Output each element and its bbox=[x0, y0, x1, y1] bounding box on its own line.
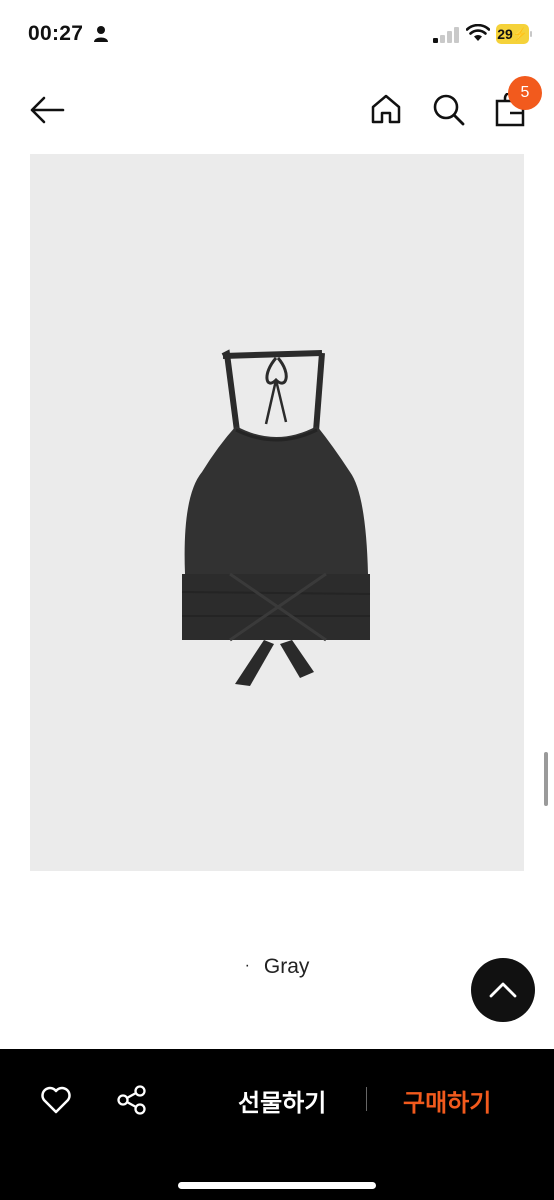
home-indicator bbox=[178, 1182, 376, 1189]
battery-level: 29 bbox=[497, 26, 513, 42]
heart-icon[interactable] bbox=[40, 1085, 72, 1115]
battery-icon: 29 ⚡ bbox=[496, 24, 529, 44]
top-nav-bar bbox=[0, 78, 554, 142]
option-label: Gray bbox=[263, 955, 310, 978]
option-bullet: · bbox=[244, 957, 250, 974]
buy-button[interactable]: 구매하기 bbox=[403, 1083, 491, 1118]
search-icon[interactable] bbox=[432, 93, 466, 127]
battery-cap bbox=[530, 31, 532, 37]
signal-icon bbox=[433, 27, 459, 43]
wifi-icon bbox=[466, 24, 490, 41]
status-time: 00:27 bbox=[28, 22, 84, 45]
chevron-up-icon bbox=[489, 982, 517, 998]
product-image[interactable] bbox=[30, 154, 524, 871]
scroll-indicator[interactable] bbox=[544, 752, 548, 806]
back-arrow-icon[interactable] bbox=[28, 94, 66, 126]
share-icon[interactable] bbox=[116, 1084, 148, 1116]
charging-bolt-icon: ⚡ bbox=[512, 27, 528, 41]
gift-button[interactable]: 선물하기 bbox=[238, 1083, 326, 1118]
status-bar: 00:27 29 ⚡ bbox=[0, 0, 554, 70]
cart-count-badge: 5 bbox=[508, 76, 542, 110]
person-icon bbox=[94, 26, 108, 42]
color-option: · Gray bbox=[0, 955, 554, 979]
home-icon[interactable] bbox=[370, 93, 402, 125]
halter-top-illustration bbox=[181, 349, 371, 686]
bottom-action-bar: 선물하기 구매하기 bbox=[0, 1049, 554, 1200]
scroll-to-top-button[interactable] bbox=[471, 958, 535, 1022]
divider bbox=[366, 1087, 367, 1111]
